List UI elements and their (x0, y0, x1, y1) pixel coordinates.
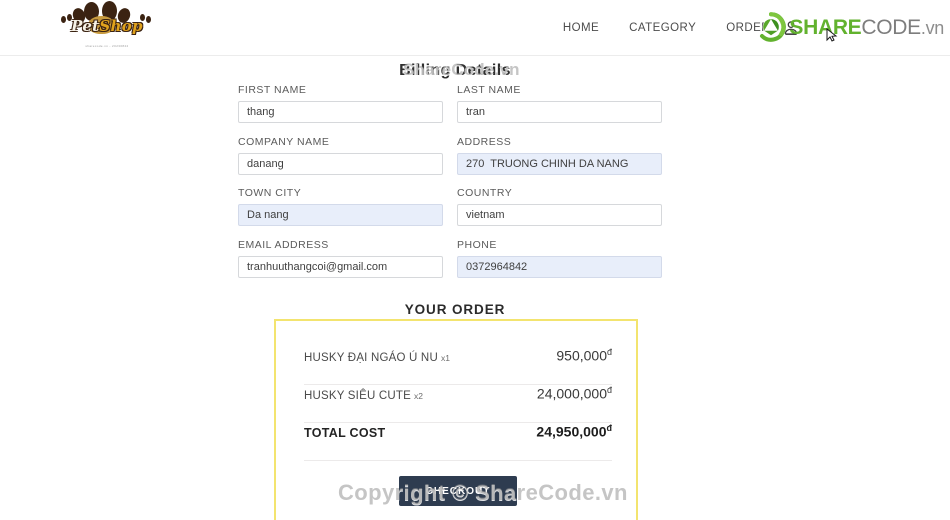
label-country: COUNTRY (457, 187, 513, 199)
pet-shop-paw-logo-icon: PetShop (52, 1, 162, 42)
mouse-cursor-icon (826, 27, 838, 42)
order-summary-heading: YOUR ORDER (404, 302, 506, 317)
order-total-price-wrap: 24,950,000đ (536, 423, 612, 440)
order-item-qty: x2 (413, 390, 423, 401)
site-logo[interactable]: PetShop sharecode.vn - 20230822 (48, 1, 166, 54)
town-city-input[interactable] (238, 204, 443, 226)
label-town-city: TOWN CITY (238, 187, 302, 199)
order-item-name: HUSKY ĐẠI NGÁO Ú NU (304, 351, 438, 364)
main-navigation: HOME CATEGORY ORDER (563, 0, 770, 56)
order-items-table: HUSKY ĐẠI NGÁO Ú NU x1 950,000đ HUSKY SIÊ… (304, 347, 612, 461)
page-title: Billing Details (399, 62, 511, 79)
checkout-button[interactable]: CHECKOUT (399, 476, 517, 506)
brand-text-vn: .vn (920, 17, 944, 38)
order-total-price: 24,950,000 (536, 423, 607, 440)
field-address: ADDRESS (457, 136, 662, 175)
label-address: ADDRESS (457, 135, 512, 148)
first-name-input[interactable] (238, 101, 443, 123)
order-item-name: HUSKY SIÊU CUTE (304, 389, 411, 402)
brand-text-code: CODE (861, 15, 921, 39)
field-company-name: COMPANY NAME (238, 136, 443, 175)
label-first-name: FIRST NAME (238, 84, 307, 96)
sharecode-brand-lockup[interactable]: SHARECODE.vn (756, 12, 944, 42)
order-item-price-wrap: 24,000,000đ (537, 385, 612, 402)
field-email-address: EMAIL ADDRESS (238, 239, 443, 278)
field-last-name: LAST NAME (457, 84, 662, 123)
label-last-name: LAST NAME (457, 84, 521, 96)
nav-item-home[interactable]: HOME (563, 22, 599, 34)
form-row-company-address: COMPANY NAME ADDRESS (238, 136, 672, 175)
order-total-label: TOTAL COST (304, 425, 386, 440)
last-name-input[interactable] (457, 101, 662, 123)
logo-text-pet: Pet (71, 17, 100, 35)
form-row-email-phone: EMAIL ADDRESS PHONE (238, 239, 672, 278)
currency-symbol: đ (606, 347, 612, 357)
field-country: COUNTRY (457, 187, 662, 226)
site-header: PetShop sharecode.vn - 20230822 HOME CAT… (0, 0, 950, 56)
label-company-name: COMPANY NAME (238, 135, 330, 148)
logo-text-shop: Shop (99, 17, 143, 35)
currency-symbol: đ (606, 385, 612, 395)
checkout-button-wrap: CHECKOUT (304, 476, 612, 506)
checkout-section: Billing Details FIRST NAME LAST NAME COM… (0, 56, 950, 520)
page-root: PetShop sharecode.vn - 20230822 HOME CAT… (0, 0, 950, 520)
order-item-name-wrap: HUSKY ĐẠI NGÁO Ú NU x1 (304, 348, 450, 366)
sharecode-recycle-logo-icon (756, 12, 787, 42)
order-item-price: 24,000,000 (536, 385, 607, 402)
order-summary-box: HUSKY ĐẠI NGÁO Ú NU x1 950,000đ HUSKY SIÊ… (274, 319, 638, 520)
label-phone: PHONE (457, 238, 497, 251)
field-first-name: FIRST NAME (238, 84, 443, 123)
order-total-row: TOTAL COST 24,950,000đ (304, 423, 612, 461)
logo-subtitle: sharecode.vn - 20230822 (85, 44, 129, 48)
phone-input[interactable] (457, 255, 662, 278)
order-item-price: 950,000 (556, 347, 607, 364)
company-name-input[interactable] (238, 152, 443, 175)
order-item-price-wrap: 950,000đ (556, 347, 612, 364)
field-town-city: TOWN CITY (238, 187, 443, 226)
currency-symbol: đ (606, 423, 613, 433)
country-input[interactable] (457, 204, 662, 226)
order-item-name-wrap: HUSKY SIÊU CUTE x2 (304, 386, 423, 404)
order-item-row: HUSKY ĐẠI NGÁO Ú NU x1 950,000đ (304, 347, 612, 385)
order-item-row: HUSKY SIÊU CUTE x2 24,000,000đ (304, 385, 612, 423)
form-row-name: FIRST NAME LAST NAME (238, 84, 672, 123)
order-item-qty: x1 (440, 352, 450, 363)
form-row-city-country: TOWN CITY COUNTRY (238, 187, 672, 226)
field-phone: PHONE (457, 239, 662, 278)
billing-form: FIRST NAME LAST NAME COMPANY NAME ADDRES… (238, 84, 672, 290)
email-address-input[interactable] (238, 255, 443, 278)
address-input[interactable] (457, 152, 662, 175)
label-email-address: EMAIL ADDRESS (238, 238, 329, 251)
nav-item-category[interactable]: CATEGORY (629, 22, 696, 34)
